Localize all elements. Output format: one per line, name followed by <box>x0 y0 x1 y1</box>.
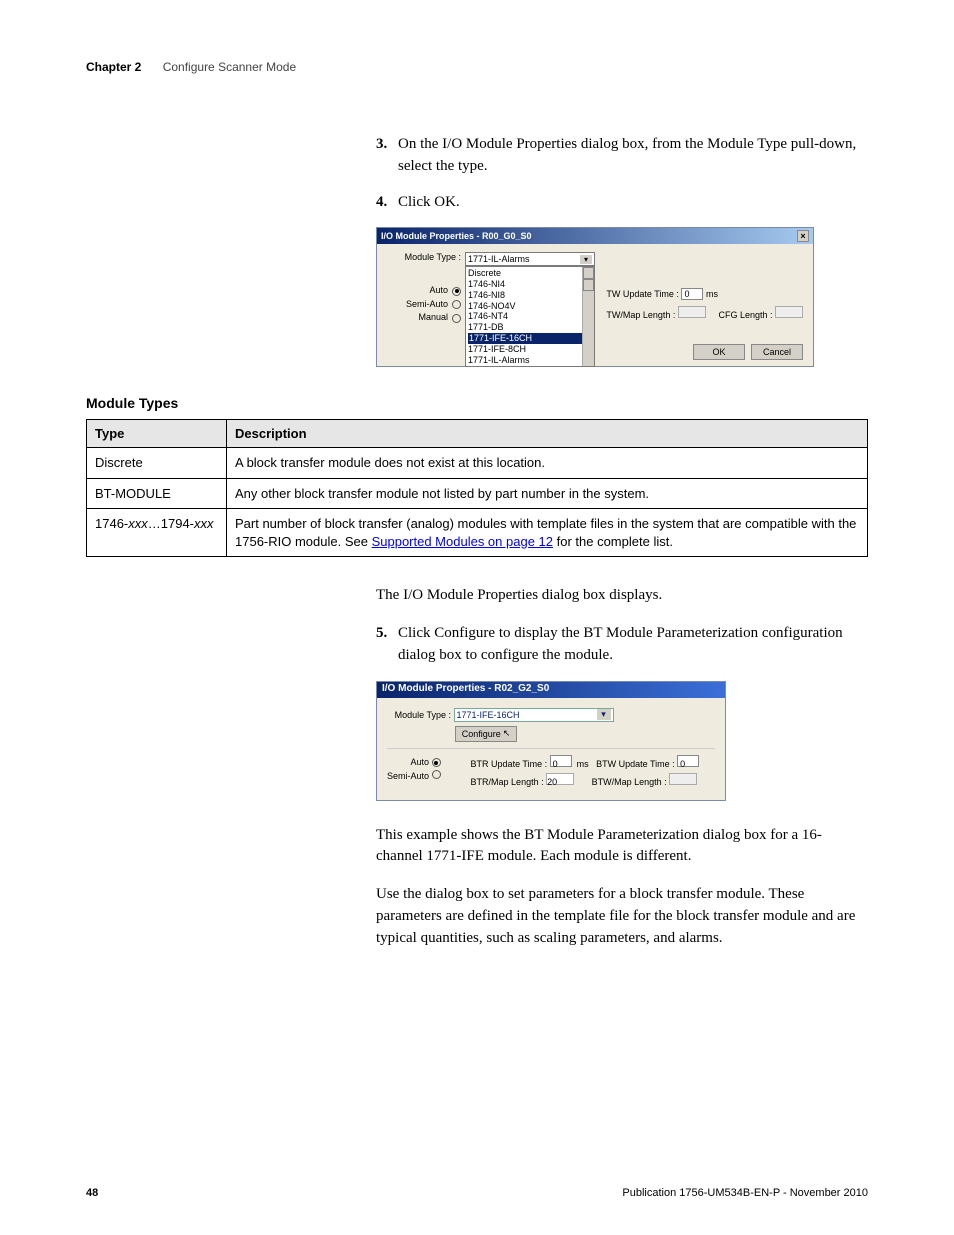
btr-map-field[interactable]: 20 <box>546 773 574 785</box>
moduletype-label: Module Type : <box>387 252 461 262</box>
step-text: On the I/O Module Properties dialog box,… <box>398 136 856 174</box>
cfg-length-field[interactable] <box>775 306 803 318</box>
desc-post: for the complete list. <box>553 534 673 549</box>
moduletype-value: 1771-IL-Alarms <box>468 254 530 264</box>
radio-auto[interactable] <box>432 758 441 767</box>
btw-map-field[interactable] <box>678 306 706 318</box>
btw-map-label: BTW/Map Length : <box>592 777 667 787</box>
radio-auto[interactable] <box>452 287 461 296</box>
moduletype-combo[interactable]: 1771-IFE-16CH ▾ <box>454 708 614 722</box>
step-4: 4. Click OK. <box>376 192 868 214</box>
radio-auto-label: Auto <box>429 284 448 298</box>
cell-desc: Any other block transfer module not list… <box>227 478 868 509</box>
btw-update-field[interactable]: 0 <box>681 288 703 300</box>
narrative-p3: Use the dialog box to set parameters for… <box>376 884 868 949</box>
chapter-label: Chapter 2 <box>86 60 141 74</box>
moduletype-label: Module Type : <box>387 710 451 720</box>
cell-desc: Part number of block transfer (analog) m… <box>227 509 868 557</box>
page-header: Chapter 2 Configure Scanner Mode <box>86 60 868 74</box>
btw-update-label: BTW Update Time : <box>596 759 675 769</box>
radio-manual-label: Manual <box>418 311 448 325</box>
ok-button[interactable]: OK <box>693 344 745 360</box>
dialog-module-properties-2: I/O Module Properties - R02_G2_S0 Module… <box>376 681 726 801</box>
configure-button[interactable]: Configure ↖ <box>455 726 517 742</box>
moduletype-value: 1771-IFE-16CH <box>457 710 520 720</box>
chevron-down-icon: ▾ <box>580 255 592 264</box>
step-5: 5. Click Configure to display the BT Mod… <box>376 623 868 667</box>
page-footer: 48 Publication 1756-UM534B-EN-P - Novemb… <box>86 1187 868 1199</box>
radio-semiauto-label: Semi-Auto <box>406 298 448 312</box>
radio-semiauto[interactable] <box>432 770 441 779</box>
moduletype-listbox[interactable]: Discrete 1746-NI4 1746-NI8 1746-NO4V 174… <box>465 266 595 367</box>
radio-semiauto[interactable] <box>452 300 461 309</box>
btr-update-field[interactable]: 0 <box>550 755 572 767</box>
scrollbar[interactable] <box>582 267 594 366</box>
step-text: Click Configure to display the BT Module… <box>398 625 843 663</box>
btw-map-field[interactable] <box>669 773 697 785</box>
narrative-p1: The I/O Module Properties dialog box dis… <box>376 585 868 607</box>
cancel-button[interactable]: Cancel <box>751 344 803 360</box>
cell-type: BT-MODULE <box>87 478 227 509</box>
cell-desc: A block transfer module does not exist a… <box>227 448 868 479</box>
ms-label: ms <box>577 759 589 769</box>
dialog-titlebar: I/O Module Properties - R00_G0_S0 × <box>377 228 813 244</box>
moduletype-combo[interactable]: 1771-IL-Alarms ▾ <box>465 252 595 266</box>
dialog-titlebar: I/O Module Properties - R02_G2_S0 <box>377 682 725 698</box>
list-item[interactable]: 1746-NO4V <box>468 301 592 312</box>
cursor-icon: ↖ <box>503 728 511 739</box>
step-number: 5. <box>376 623 387 645</box>
close-icon[interactable]: × <box>797 230 809 242</box>
step-text: Click OK. <box>398 194 460 210</box>
supported-modules-link[interactable]: Supported Modules on page 12 <box>372 534 553 549</box>
list-item-selected[interactable]: 1771-IFE-16CH <box>468 333 592 344</box>
list-item[interactable]: 1771-DB <box>468 322 592 333</box>
narrative-block: The I/O Module Properties dialog box dis… <box>376 585 868 666</box>
table-row: BT-MODULE Any other block transfer modul… <box>87 478 868 509</box>
radio-semiauto-label: Semi-Auto <box>387 771 429 781</box>
narrative-block-2: This example shows the BT Module Paramet… <box>376 825 868 950</box>
list-item[interactable]: 1746-NT4 <box>468 311 592 322</box>
table-heading: Module Types <box>86 395 868 411</box>
table-row: 1746-xxx…1794-xxx Part number of block t… <box>87 509 868 557</box>
chevron-down-icon: ▾ <box>597 709 611 720</box>
col-type: Type <box>87 420 227 448</box>
btw-update-label: TW Update Time : <box>606 289 679 299</box>
dialog-title: I/O Module Properties - R00_G0_S0 <box>381 231 532 241</box>
btr-map-label: BTR/Map Length : <box>471 777 544 787</box>
btw-map-label: TW/Map Length : <box>606 310 675 320</box>
publication-id: Publication 1756-UM534B-EN-P - November … <box>622 1187 868 1199</box>
page-number: 48 <box>86 1187 98 1199</box>
col-description: Description <box>227 420 868 448</box>
btr-update-label: BTR Update Time : <box>471 759 548 769</box>
list-item[interactable]: 1771-IFE-8CH <box>468 344 592 355</box>
cfg-length-label: CFG Length : <box>718 310 772 320</box>
table-row: Discrete A block transfer module does no… <box>87 448 868 479</box>
step-number: 3. <box>376 134 387 156</box>
radio-auto-label: Auto <box>411 757 430 767</box>
chapter-title: Configure Scanner Mode <box>163 60 296 74</box>
narrative-p2: This example shows the BT Module Paramet… <box>376 825 868 869</box>
list-item[interactable]: 1746-NI4 <box>468 279 592 290</box>
radio-manual[interactable] <box>452 314 461 323</box>
dialog-module-properties-1: I/O Module Properties - R00_G0_S0 × Modu… <box>376 227 814 367</box>
ms-label: ms <box>706 289 718 299</box>
list-item[interactable]: 1771-IL-Alarms <box>468 355 592 366</box>
btw-update-field[interactable]: 0 <box>677 755 699 767</box>
list-item[interactable]: Discrete <box>468 268 592 279</box>
cell-type: 1746-xxx…1794-xxx <box>87 509 227 557</box>
steps-block-1: 3. On the I/O Module Properties dialog b… <box>376 134 868 213</box>
step-3: 3. On the I/O Module Properties dialog b… <box>376 134 868 178</box>
cell-type: Discrete <box>87 448 227 479</box>
list-item[interactable]: 1746-NI8 <box>468 290 592 301</box>
module-types-table: Type Description Discrete A block transf… <box>86 419 868 557</box>
step-number: 4. <box>376 192 387 214</box>
